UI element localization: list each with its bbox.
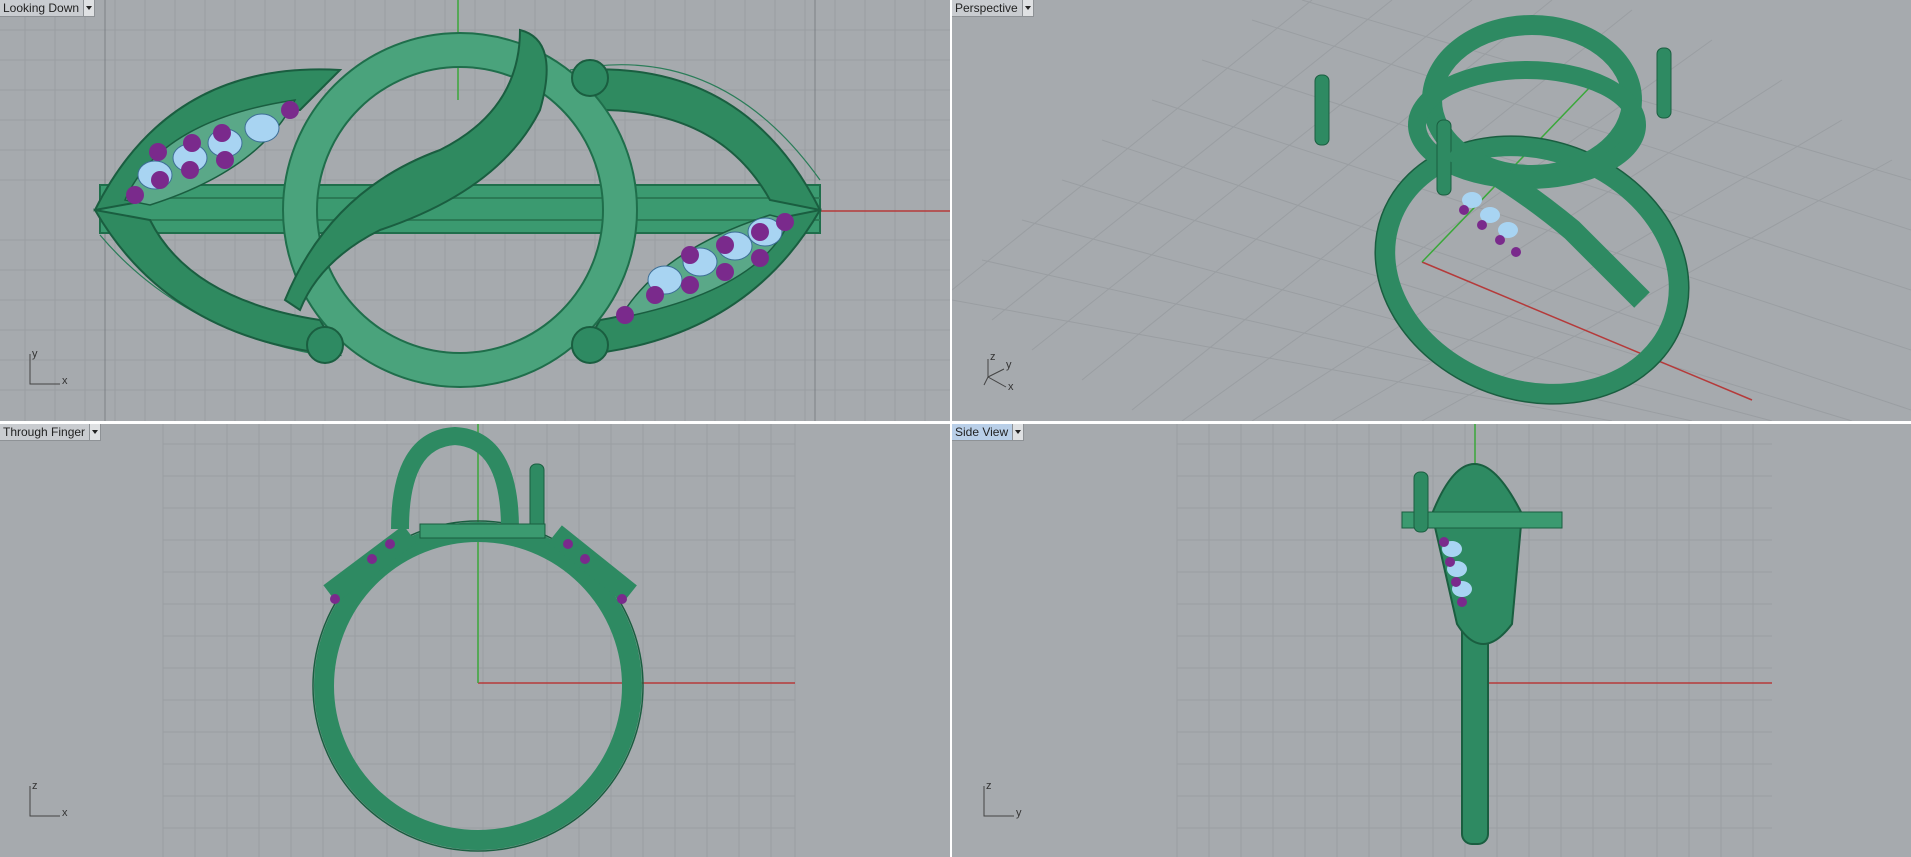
axis-label-vertical: z	[32, 780, 38, 792]
axis-label-horizontal: x	[1008, 381, 1014, 393]
viewport-title: Perspective	[955, 1, 1018, 15]
ring-model-perspective	[1314, 15, 1690, 405]
viewport-perspective[interactable]: Perspective z y x	[952, 0, 1911, 421]
gem-cluster	[1459, 192, 1521, 257]
viewport-title-bar[interactable]: Side View	[952, 424, 1025, 441]
chevron-down-icon[interactable]	[89, 424, 101, 440]
viewport-title: Side View	[955, 425, 1009, 439]
viewport-canvas[interactable]	[952, 0, 1911, 421]
viewport-title-bar[interactable]: Through Finger	[0, 424, 102, 441]
axis-label-horizontal: x	[62, 807, 68, 819]
construction-grid	[162, 424, 796, 857]
viewport-canvas[interactable]	[0, 424, 950, 857]
axis-label-depth: y	[1006, 359, 1012, 371]
viewport-title: Through Finger	[3, 425, 86, 439]
viewport-canvas[interactable]	[0, 0, 950, 421]
axis-indicator: z y x	[982, 351, 1032, 395]
axis-label-horizontal: y	[1016, 807, 1022, 819]
axis-label-vertical: z	[990, 351, 996, 363]
viewport-side-view[interactable]: Side View z y	[952, 424, 1911, 857]
viewport-looking-down[interactable]: Looking Down y x	[0, 0, 950, 421]
viewport-title: Looking Down	[3, 1, 80, 15]
chevron-down-icon[interactable]	[1012, 424, 1024, 440]
chevron-down-icon[interactable]	[83, 0, 95, 16]
axis-label-vertical: z	[986, 780, 992, 792]
viewport-title-bar[interactable]: Perspective	[952, 0, 1034, 17]
viewport-canvas[interactable]	[952, 424, 1911, 857]
ring-model-side	[1401, 463, 1563, 845]
chevron-down-icon[interactable]	[1021, 0, 1033, 16]
axis-indicator: y x	[28, 348, 78, 388]
viewport-title-bar[interactable]: Looking Down	[0, 0, 96, 17]
axis-label-vertical: y	[32, 348, 38, 360]
axis-indicator: z x	[28, 780, 78, 820]
viewport-through-finger[interactable]: Through Finger z x	[0, 424, 950, 857]
axis-label-horizontal: x	[62, 375, 68, 387]
axis-indicator: z y	[982, 780, 1032, 820]
